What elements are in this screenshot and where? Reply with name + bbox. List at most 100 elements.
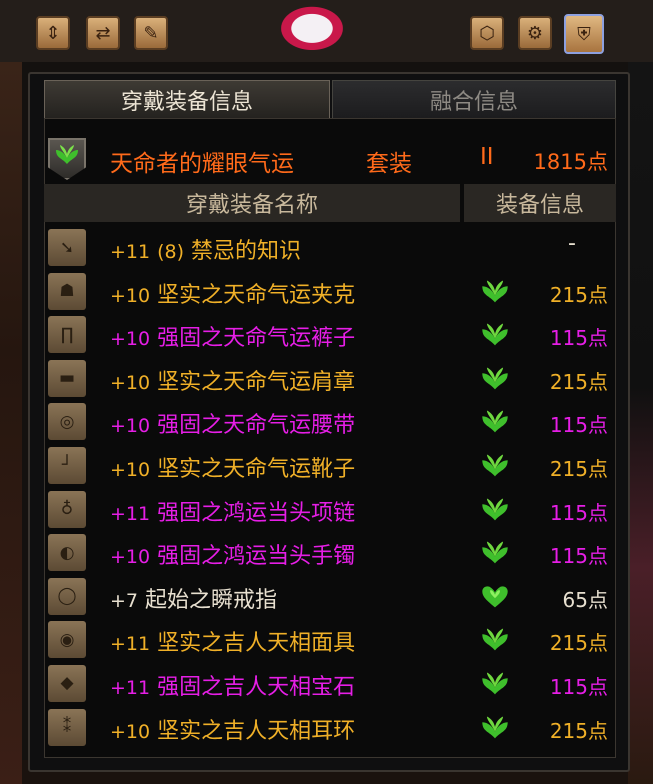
enhance-level: +10 xyxy=(110,458,151,481)
equipment-name: +11 (8) 禁忌的知识 xyxy=(110,233,301,265)
equipment-points: 115点 xyxy=(549,500,608,525)
equipment-points: 215点 xyxy=(549,369,608,394)
box-button[interactable]: ⬡ xyxy=(470,16,504,50)
equipment-row[interactable]: ➘ +11 (8) 禁忌的知识 - xyxy=(44,226,616,270)
equipment-points: 215点 xyxy=(549,631,608,656)
column-header-name: 穿戴装备名称 xyxy=(44,184,462,222)
equipment-row[interactable]: ⁑ +10 坚实之吉人天相耳环 215点 xyxy=(44,706,616,750)
equipment-name: +10 坚实之吉人天相耳环 xyxy=(110,713,355,745)
gear-button[interactable]: ⚙ xyxy=(518,16,552,50)
enhance-level: +11 xyxy=(110,241,151,263)
leaf-emblem-icon xyxy=(480,540,510,566)
belt-icon[interactable]: ◎ xyxy=(48,403,86,441)
equipment-title: 坚实之天命气运靴子 xyxy=(157,456,356,482)
armor-icon: ⛨ xyxy=(577,23,591,45)
expand-icon: ⇕ xyxy=(45,22,61,44)
equipment-row[interactable]: ◯ +7 起始之瞬戒指 65点 xyxy=(44,575,616,619)
set-summary-row: 天命者的耀眼气运 套装 II 1815点 xyxy=(44,138,616,182)
game-scene-left xyxy=(0,62,22,784)
equipment-points: 115点 xyxy=(549,674,608,699)
ring-icon[interactable]: ◯ xyxy=(48,577,86,615)
equipment-title: 禁忌的知识 xyxy=(191,239,302,264)
equipment-row[interactable]: ▬ +10 坚实之天命气运肩章 215点 xyxy=(44,357,616,401)
equipment-row[interactable]: ┘ +10 坚实之天命气运靴子 215点 xyxy=(44,444,616,488)
equipment-name: +11 强固之吉人天相宝石 xyxy=(110,669,355,701)
equipment-row[interactable]: ◆ +11 强固之吉人天相宝石 115点 xyxy=(44,662,616,706)
expand-button[interactable]: ⇕ xyxy=(36,16,70,50)
equipment-title: 起始之瞬戒指 xyxy=(145,587,278,613)
set-name: 天命者的耀眼气运 xyxy=(110,151,294,177)
leaf-emblem-icon xyxy=(480,497,510,523)
leaf-emblem-icon xyxy=(480,366,510,392)
set-level: II xyxy=(480,144,494,170)
equipment-row[interactable]: ◐ +10 强固之鸿运当头手镯 115点 xyxy=(44,531,616,575)
equipment-name: +7 起始之瞬戒指 xyxy=(110,582,277,614)
mask-icon[interactable]: ◉ xyxy=(48,621,86,659)
leaf-emblem-icon xyxy=(480,409,510,435)
equipment-title: 坚实之天命气运夹克 xyxy=(157,282,356,308)
equipment-name: +10 坚实之天命气运靴子 xyxy=(110,451,355,483)
brush-icon: ✎ xyxy=(143,22,159,44)
shoulder-icon[interactable]: ▬ xyxy=(48,359,86,397)
swap-icon: ⇄ xyxy=(95,22,111,44)
necklace-icon[interactable]: ♁ xyxy=(48,490,86,528)
coat-icon[interactable]: ☗ xyxy=(48,272,86,310)
equipment-points: 115点 xyxy=(549,413,608,438)
box-icon: ⬡ xyxy=(479,22,495,44)
equipment-row[interactable]: ◉ +11 坚实之吉人天相面具 215点 xyxy=(44,618,616,662)
column-header-info: 装备信息 xyxy=(464,184,616,222)
character-sprite xyxy=(280,6,360,62)
equipment-points: 65点 xyxy=(562,587,608,612)
leaf-emblem-icon xyxy=(480,279,510,305)
equipment-title: 坚实之天命气运肩章 xyxy=(157,369,356,395)
game-scene-right xyxy=(628,62,653,784)
equipment-name: +11 强固之鸿运当头项链 xyxy=(110,495,355,527)
equipment-title: 强固之鸿运当头手镯 xyxy=(157,544,356,570)
equipment-row[interactable]: ∏ +10 强固之天命气运裤子 115点 xyxy=(44,313,616,357)
equipment-points: - xyxy=(568,231,576,256)
leaf-emblem-icon xyxy=(480,671,510,697)
brush-button[interactable]: ✎ xyxy=(134,16,168,50)
equipment-row[interactable]: ☗ +10 坚实之天命气运夹克 215点 xyxy=(44,270,616,314)
leaf-emblem-icon xyxy=(480,715,510,741)
equipment-title: 坚实之吉人天相面具 xyxy=(157,631,356,657)
set-points: 1815点 xyxy=(533,150,608,174)
tab-fusion-info[interactable]: 融合信息 xyxy=(332,80,616,118)
set-emblem-icon xyxy=(48,138,86,180)
equipment-title: 坚实之吉人天相耳环 xyxy=(157,718,356,744)
equipment-row[interactable]: ♁ +11 强固之鸿运当头项链 115点 xyxy=(44,488,616,532)
enhance-level: +10 xyxy=(110,546,151,569)
equipment-points: 115点 xyxy=(549,544,608,569)
enhance-level: +10 xyxy=(110,720,151,743)
swap-button[interactable]: ⇄ xyxy=(86,16,120,50)
enhance-level: +11 xyxy=(110,633,151,656)
enhance-level: +10 xyxy=(110,415,151,438)
equipment-points: 215点 xyxy=(549,718,608,743)
enhance-level: +10 xyxy=(110,284,151,307)
extra-level: (8) xyxy=(157,241,185,263)
equipment-points: 115点 xyxy=(549,326,608,351)
earring-icon[interactable]: ⁑ xyxy=(48,708,86,746)
equipment-title: 强固之天命气运腰带 xyxy=(157,413,356,439)
leaf-emblem-icon xyxy=(480,322,510,348)
equipment-button[interactable]: ⛨ xyxy=(564,14,604,54)
enhance-level: +11 xyxy=(110,502,151,525)
bracelet-icon[interactable]: ◐ xyxy=(48,534,86,572)
tab-worn-equipment[interactable]: 穿戴装备信息 xyxy=(44,80,330,118)
equipment-list: ➘ +11 (8) 禁忌的知识 - ☗ +10 坚实之天命气运夹克 215点 ∏ +10 强固… xyxy=(44,226,616,749)
enhance-level: +11 xyxy=(110,676,151,699)
equipment-name: +10 坚实之天命气运夹克 xyxy=(110,277,355,309)
pants-icon[interactable]: ∏ xyxy=(48,316,86,354)
shoes-icon[interactable]: ┘ xyxy=(48,446,86,484)
equipment-title: 强固之天命气运裤子 xyxy=(157,326,356,352)
enhance-level: +10 xyxy=(110,328,151,351)
equipment-row[interactable]: ◎ +10 强固之天命气运腰带 115点 xyxy=(44,400,616,444)
enhance-level: +7 xyxy=(110,589,139,612)
equipment-name: +10 强固之鸿运当头手镯 xyxy=(110,538,355,570)
equipment-name: +10 强固之天命气运裤子 xyxy=(110,320,355,352)
heart-emblem-icon xyxy=(480,584,510,610)
gem-icon[interactable]: ◆ xyxy=(48,664,86,702)
equipment-name: +10 强固之天命气运腰带 xyxy=(110,407,355,439)
weapon-icon[interactable]: ➘ xyxy=(48,229,86,266)
set-suffix: 套装 xyxy=(366,151,412,177)
